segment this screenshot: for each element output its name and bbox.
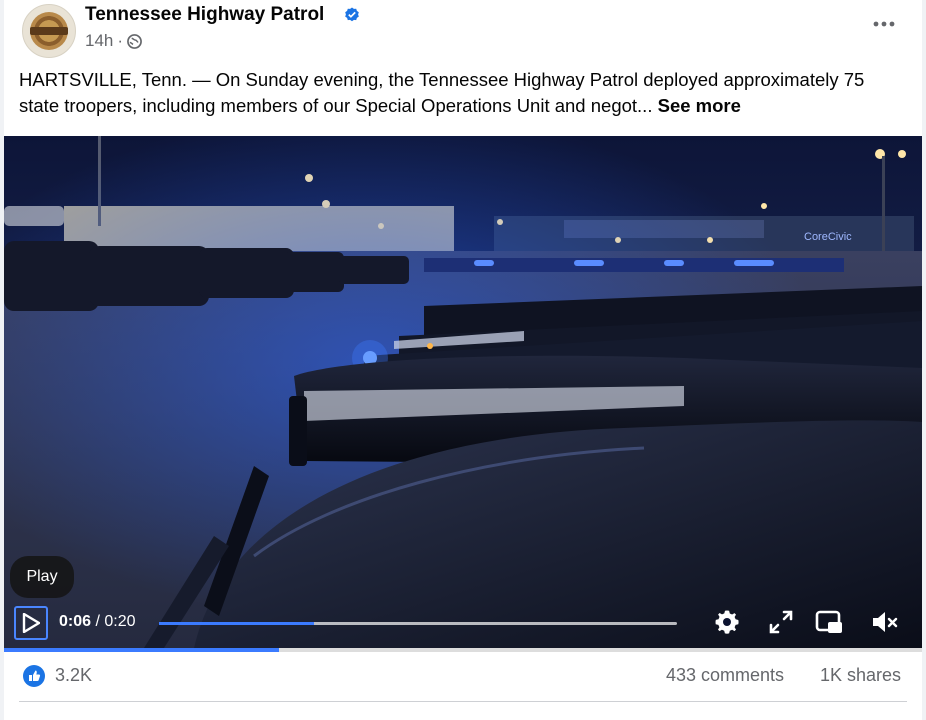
post-time[interactable]: 14h — [85, 31, 113, 51]
shares-count[interactable]: 1K shares — [820, 665, 901, 686]
see-more-link[interactable]: See more — [658, 95, 741, 116]
globe-icon — [127, 33, 142, 49]
meta-separator: · — [117, 31, 124, 50]
post-meta: 14h · — [85, 31, 142, 51]
page-avatar[interactable] — [22, 4, 76, 58]
more-options-icon[interactable] — [870, 12, 898, 36]
fullscreen-icon[interactable] — [766, 607, 796, 637]
play-icon — [22, 613, 40, 633]
settings-icon[interactable] — [712, 607, 742, 637]
verified-badge-icon — [345, 7, 359, 22]
video-time: 0:06 / 0:20 — [59, 613, 136, 631]
post-stats: 3.2K 433 comments 1K shares — [4, 652, 922, 700]
comments-count[interactable]: 433 comments — [666, 665, 784, 686]
current-time: 0:06 — [59, 613, 92, 630]
duration: 0:20 — [104, 613, 136, 630]
post-text: HARTSVILLE, Tenn. — On Sunday evening, t… — [19, 67, 909, 119]
video-player[interactable]: CoreCivic Play 0:06 / 0:20 — [4, 136, 922, 648]
thumbs-up-icon — [29, 670, 41, 681]
play-button[interactable] — [14, 606, 48, 640]
video-scrubber[interactable] — [159, 622, 677, 625]
picture-in-picture-icon[interactable] — [814, 607, 844, 637]
building-sign: CoreCivic — [804, 231, 852, 243]
play-tooltip: Play — [10, 556, 74, 598]
divider — [19, 701, 907, 702]
time-separator: / — [91, 613, 105, 630]
scrubber-progress — [159, 622, 315, 625]
video-frame: CoreCivic — [4, 136, 922, 648]
page-name[interactable]: Tennessee Highway Patrol — [85, 4, 324, 26]
like-icon[interactable] — [23, 665, 45, 687]
post-card: Tennessee Highway Patrol 14h · HARTSVILL… — [4, 0, 922, 720]
reaction-count[interactable]: 3.2K — [55, 665, 92, 686]
mute-icon[interactable] — [870, 607, 900, 637]
